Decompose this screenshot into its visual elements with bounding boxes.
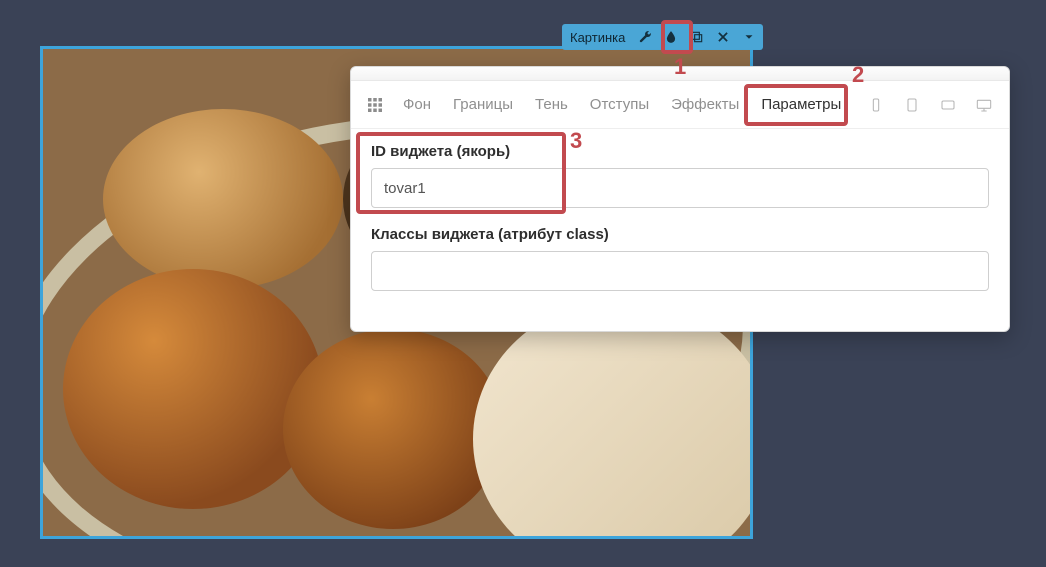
device-phone-icon[interactable] (865, 96, 887, 114)
copy-icon[interactable] (687, 27, 707, 47)
caret-down-icon[interactable] (739, 27, 759, 47)
tab-background[interactable]: Фон (395, 90, 439, 119)
device-tablet-portrait-icon[interactable] (901, 96, 923, 114)
tab-padding[interactable]: Отступы (582, 90, 657, 119)
widget-toolbar: Картинка (562, 24, 763, 50)
widget-class-label: Классы виджета (атрибут class) (371, 226, 989, 243)
tab-effects[interactable]: Эффекты (663, 90, 747, 119)
tab-shadow[interactable]: Тень (527, 90, 576, 119)
close-icon[interactable] (713, 27, 733, 47)
widget-id-label: ID виджета (якорь) (371, 143, 989, 160)
widget-id-input[interactable] (371, 168, 989, 208)
widget-type-label: Картинка (566, 30, 629, 45)
device-desktop-icon[interactable] (973, 96, 995, 114)
style-tabs: Фон Границы Тень Отступы Эффекты Парамет… (351, 81, 1009, 129)
widget-class-input[interactable] (371, 251, 989, 291)
droplet-icon[interactable] (661, 27, 681, 47)
panel-body: ID виджета (якорь) Классы виджета (атриб… (351, 129, 1009, 313)
device-breakpoints (865, 96, 995, 114)
tab-borders[interactable]: Границы (445, 90, 521, 119)
style-panel: Фон Границы Тень Отступы Эффекты Парамет… (350, 66, 1010, 332)
device-tablet-landscape-icon[interactable] (937, 96, 959, 114)
tab-params[interactable]: Параметры (753, 90, 849, 119)
panel-titlebar (351, 67, 1009, 81)
wrench-icon[interactable] (635, 27, 655, 47)
grid-icon[interactable] (365, 95, 385, 115)
